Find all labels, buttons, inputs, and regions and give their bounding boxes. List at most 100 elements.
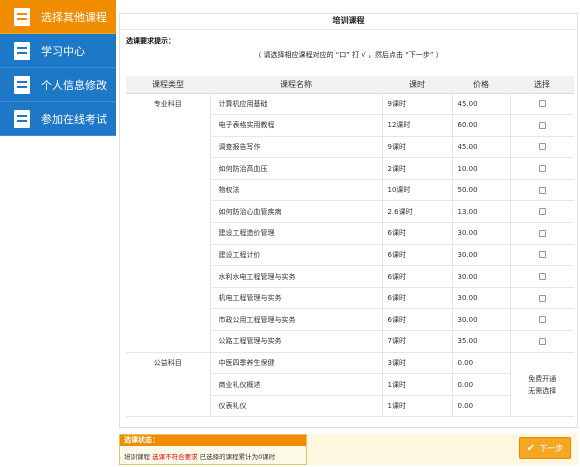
course-hours-cell: 6课时 xyxy=(381,265,452,288)
header-name: 课程名称 xyxy=(210,76,382,94)
select-cell xyxy=(509,244,574,267)
course-price-cell: 45.00 xyxy=(451,136,510,159)
course-checkbox[interactable] xyxy=(538,251,546,259)
course-name-cell: 市政公用工程管理与实务 xyxy=(210,308,382,332)
selection-status: 选课状态： 培训课程 选课不符合要求 已选择的课程累计为0课时 xyxy=(119,434,307,465)
sidebar-item-select-courses[interactable]: 选择其他课程 xyxy=(0,0,116,34)
course-price-cell: 30.00 xyxy=(451,287,510,310)
course-name-cell: 物权法 xyxy=(210,179,382,202)
sidebar-item-label: 选择其他课程 xyxy=(41,10,107,24)
course-checkbox[interactable] xyxy=(538,273,546,281)
select-cell xyxy=(509,200,574,224)
status-warning: 选课不符合要求 xyxy=(152,453,198,461)
sidebar-item-label: 参加在线考试 xyxy=(41,112,107,126)
course-checkbox[interactable] xyxy=(538,121,546,129)
course-panel: 培训课程 选课要求提示： （ 请选择相应课程对应的 “口” 打 √ ，然后点击 … xyxy=(119,13,578,428)
select-cell xyxy=(509,330,574,353)
select-cell xyxy=(509,265,574,288)
course-checkbox[interactable] xyxy=(538,316,546,324)
next-button[interactable]: ✔ 下一步 xyxy=(519,437,571,459)
select-cell xyxy=(509,93,574,116)
free-note-line: 无需选择 xyxy=(528,386,557,395)
course-checkbox[interactable] xyxy=(538,165,546,173)
select-cell xyxy=(509,222,574,245)
search-icon xyxy=(14,75,30,94)
course-checkbox[interactable] xyxy=(538,100,546,108)
sidebar-item-online-exam[interactable]: 参加在线考试 xyxy=(0,102,116,136)
course-price-cell: 60.00 xyxy=(451,114,510,137)
course-name-cell: 机电工程管理与实务 xyxy=(210,287,382,310)
course-hours-cell: 6课时 xyxy=(381,244,452,267)
select-cell xyxy=(509,179,574,202)
course-price-cell: 35.00 xyxy=(451,330,510,353)
course-price-cell: 0.00 xyxy=(451,352,510,375)
header-type: 课程类型 xyxy=(126,76,210,94)
course-hours-cell: 1课时 xyxy=(381,373,452,396)
sidebar-item-profile-edit[interactable]: 个人信息修改 xyxy=(0,68,116,102)
header-hours: 课时 xyxy=(382,76,452,94)
course-name-cell: 建设工程计价 xyxy=(210,244,382,267)
page-title: 培训课程 xyxy=(120,14,577,30)
course-name-cell: 如何防治高血压 xyxy=(210,157,382,180)
course-type-cell: 公益科目 xyxy=(126,352,211,418)
status-line: 培训课程 选课不符合要求 已选择的课程累计为0课时 xyxy=(120,446,306,461)
select-cell xyxy=(509,114,574,137)
course-type-cell: 专业科目 xyxy=(126,93,211,353)
table-row: 公益科目 中医四季养生保健 3课时 0.00 免费开通 无需选择 xyxy=(126,352,574,418)
select-cell xyxy=(509,136,574,159)
course-name-cell: 计算机应用基础 xyxy=(210,93,382,116)
course-name-cell: 商业礼仪概述 xyxy=(210,373,382,396)
status-prefix: 培训课程 xyxy=(124,453,150,461)
course-name-cell: 调查报告写作 xyxy=(210,136,382,159)
table-row: 专业科目 计算机应用基础 9课时 45.00 xyxy=(126,93,574,353)
course-name-cell: 水利水电工程管理与实务 xyxy=(210,265,382,288)
course-name-cell: 如何防治心血管疾病 xyxy=(210,200,382,224)
course-hours-cell: 9课时 xyxy=(381,136,452,159)
select-cell xyxy=(509,287,574,310)
course-checkbox[interactable] xyxy=(538,229,546,237)
course-hours-cell: 6课时 xyxy=(381,287,452,310)
select-cell xyxy=(509,157,574,180)
status-suffix: 已选择的课程累计为0课时 xyxy=(199,453,276,461)
course-hours-cell: 2课时 xyxy=(381,157,452,180)
course-hours-cell: 9课时 xyxy=(381,93,452,116)
course-checkbox[interactable] xyxy=(538,294,546,302)
sidebar-item-study-center[interactable]: 学习中心 xyxy=(0,34,116,68)
course-hours-cell: 1课时 xyxy=(381,395,452,418)
course-checkbox[interactable] xyxy=(538,186,546,194)
course-price-cell: 30.00 xyxy=(451,222,510,245)
requirement-note: （ 请选择相应课程对应的 “口” 打 √ ，然后点击 “下一步” ） xyxy=(254,51,443,59)
sidebar: 选择其他课程 学习中心 个人信息修改 参加在线考试 xyxy=(0,0,116,136)
course-name-cell: 电子表格实用教程 xyxy=(210,114,382,137)
course-price-cell: 30.00 xyxy=(451,265,510,288)
course-name-cell: 中医四季养生保健 xyxy=(210,352,382,375)
header-price: 价格 xyxy=(452,76,510,94)
free-note-cell: 免费开通 无需选择 xyxy=(509,352,574,418)
course-price-cell: 0.00 xyxy=(451,395,510,418)
header-select: 选择 xyxy=(510,76,574,94)
course-hours-cell: 12课时 xyxy=(381,114,452,137)
course-price-cell: 30.00 xyxy=(451,244,510,267)
course-name-cell: 建设工程造价管理 xyxy=(210,222,382,245)
course-hours-cell: 7课时 xyxy=(381,330,452,353)
course-price-cell: 10.00 xyxy=(451,157,510,180)
course-price-cell: 0.00 xyxy=(451,373,510,396)
course-hours-cell: 3课时 xyxy=(381,352,452,375)
course-hours-cell: 10课时 xyxy=(381,179,452,202)
free-note-line: 免费开通 xyxy=(528,374,557,383)
course-checkbox[interactable] xyxy=(538,208,546,216)
edit-icon xyxy=(14,7,30,26)
course-name-cell: 仪表礼仪 xyxy=(210,395,382,418)
course-price-cell: 45.00 xyxy=(451,93,510,116)
course-price-cell: 13.00 xyxy=(451,200,510,224)
check-icon: ✔ xyxy=(526,442,536,454)
status-title: 选课状态： xyxy=(120,435,306,446)
course-hours-cell: 6课时 xyxy=(381,222,452,245)
course-checkbox[interactable] xyxy=(538,337,546,345)
sidebar-item-label: 个人信息修改 xyxy=(41,78,107,92)
course-table: 课程类型 课程名称 课时 价格 选择 专业科目 计算机应用基础 9课时 45.00 电子… xyxy=(126,76,574,418)
course-hours-cell: 2.6课时 xyxy=(381,200,452,224)
document-icon xyxy=(14,41,30,60)
course-checkbox[interactable] xyxy=(538,143,546,151)
select-cell xyxy=(509,308,574,332)
